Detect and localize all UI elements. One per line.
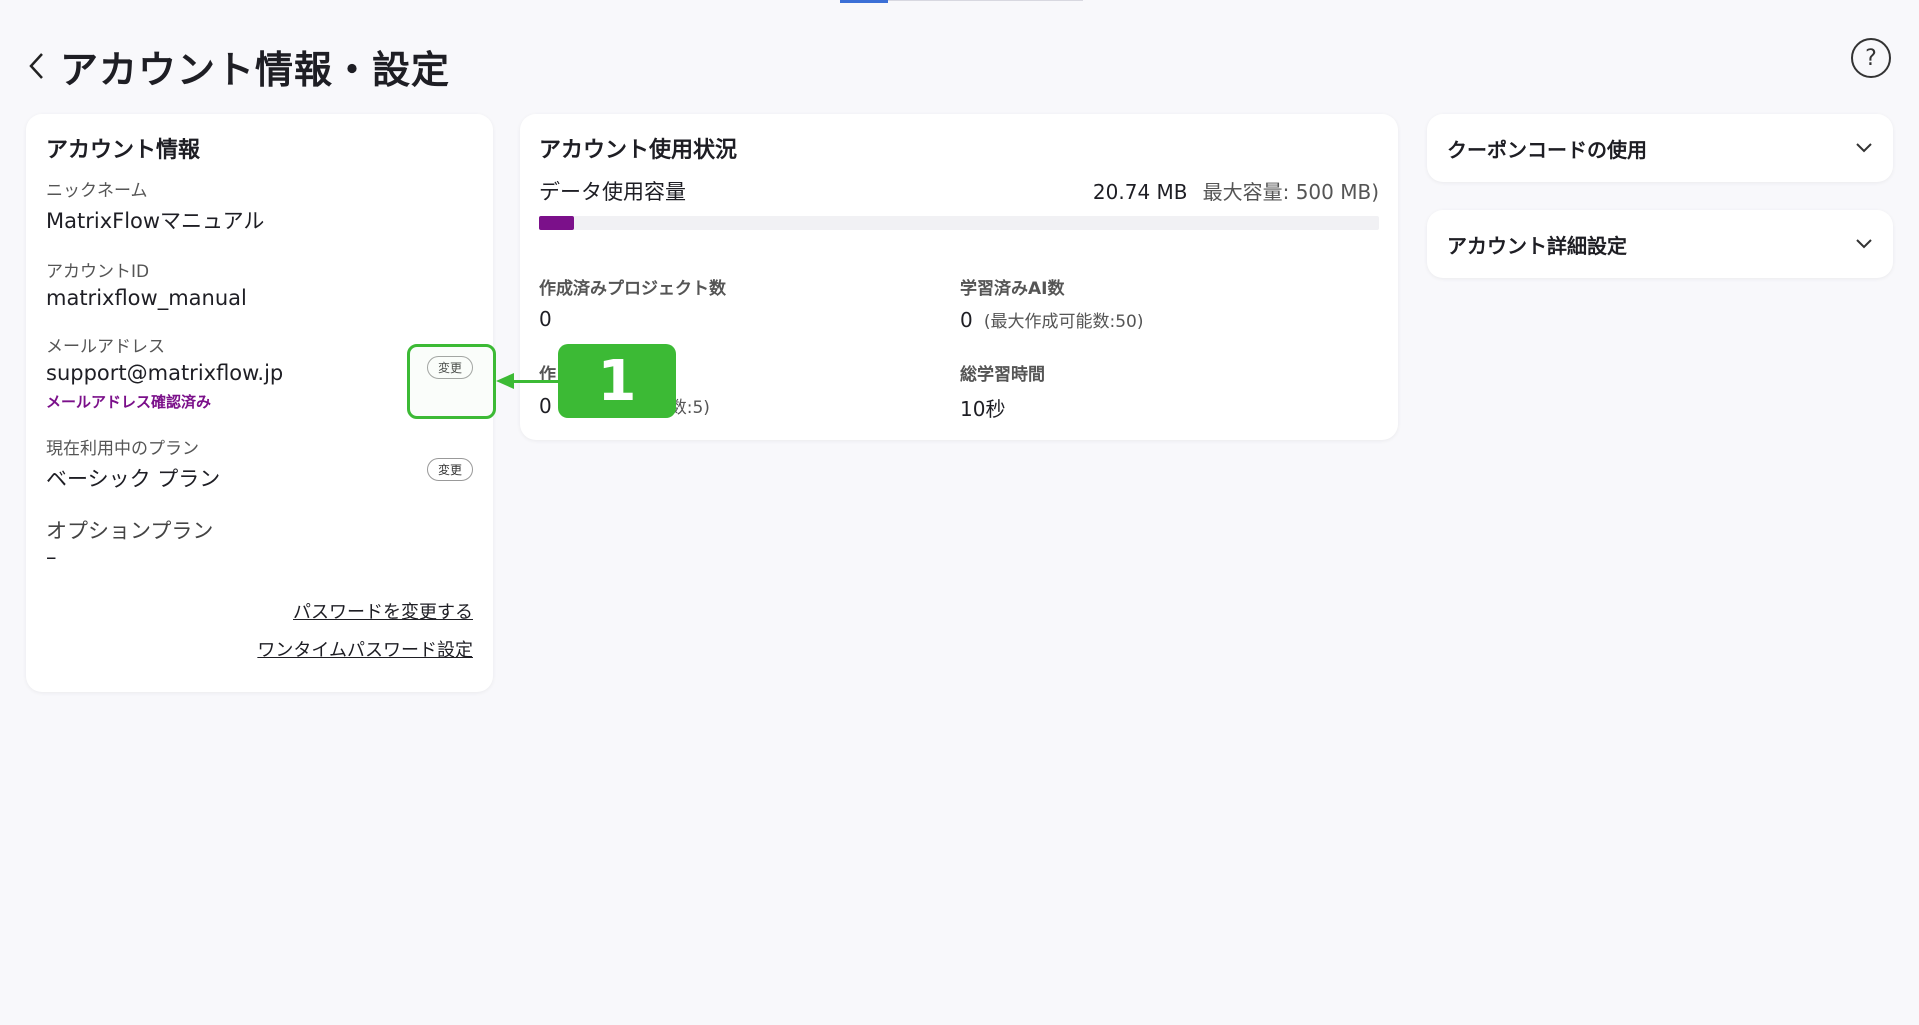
plan-value: ベーシック プラン [46,467,221,491]
nickname-label: ニックネーム [46,181,148,201]
account-detail-accordion[interactable]: アカウント詳細設定 [1427,210,1893,278]
option-plan-label: オプションプラン [46,519,214,543]
account-id-value: matrixflow_manual [46,286,247,310]
chevron-left-icon[interactable] [22,46,52,86]
nickname-field: ニックネーム MatrixFlowマニュアル [46,176,473,235]
data-usage-progress-fill [539,216,574,230]
account-id-label: アカウントID [46,262,150,282]
option-plan-value: – [46,545,57,569]
usage-title: アカウント使用状況 [539,138,738,163]
projects-stat: 作成済みプロジェクト数 0 [539,274,960,332]
projects-label: 作成済みプロジェクト数 [539,279,726,299]
projects-value: 0 [539,307,552,331]
data-usage-progress [539,216,1379,230]
change-password-link[interactable]: パスワードを変更する [257,598,473,624]
chevron-down-icon [1856,143,1872,153]
top-divider [888,0,1083,1]
ai-label: 学習済みAI数 [960,279,1065,299]
ai-note: (最大作成可能数:50) [983,312,1144,332]
account-links: パスワードを変更する ワンタイムパスワード設定 [257,586,473,662]
page-title: アカウント情報・設定 [60,47,451,92]
coupon-title: クーポンコードの使用 [1447,137,1647,162]
top-tab-indicator [840,0,888,3]
ai-value: 0 [960,308,973,332]
option-plan-field: オプションプラン – [46,515,473,569]
training-time-label: 総学習時間 [960,365,1045,385]
annotation-arrow-head [496,373,514,389]
data-usage-label: データ使用容量 [539,180,686,204]
coupon-accordion[interactable]: クーポンコードの使用 [1427,114,1893,182]
account-detail-title: アカウント詳細設定 [1447,233,1627,258]
annotation-highlight-box [407,344,496,419]
data-usage-max: 最大容量: 500 MB) [1202,180,1379,204]
plan-change-button[interactable]: 変更 [426,458,473,481]
ai-stat: 学習済みAI数 0 (最大作成可能数:50) [960,274,1379,332]
account-info-title: アカウント情報 [46,138,201,163]
otp-setting-link[interactable]: ワンタイムパスワード設定 [257,636,473,662]
third-stat-value: 0 [539,394,552,418]
training-time-value: 10秒 [960,397,1006,421]
chevron-down-icon [1856,239,1872,249]
nickname-value: MatrixFlowマニュアル [46,209,265,233]
training-time-stat: 総学習時間 10秒 [960,360,1379,422]
data-usage-row: データ使用容量 20.74 MB 最大容量: 500 MB) [539,176,1379,206]
annotation-callout: 1 [558,344,676,418]
account-id-field: アカウントID matrixflow_manual [46,257,473,310]
question-circle-icon[interactable]: ? [1851,38,1891,78]
page-header: アカウント情報・設定 ? [22,38,1897,94]
annotation-arrow-line [512,380,560,383]
plan-field: 現在利用中のプラン ベーシック プラン 変更 [46,434,473,493]
data-usage-value: 20.74 MB [1092,180,1188,204]
plan-label: 現在利用中のプラン [46,439,199,459]
